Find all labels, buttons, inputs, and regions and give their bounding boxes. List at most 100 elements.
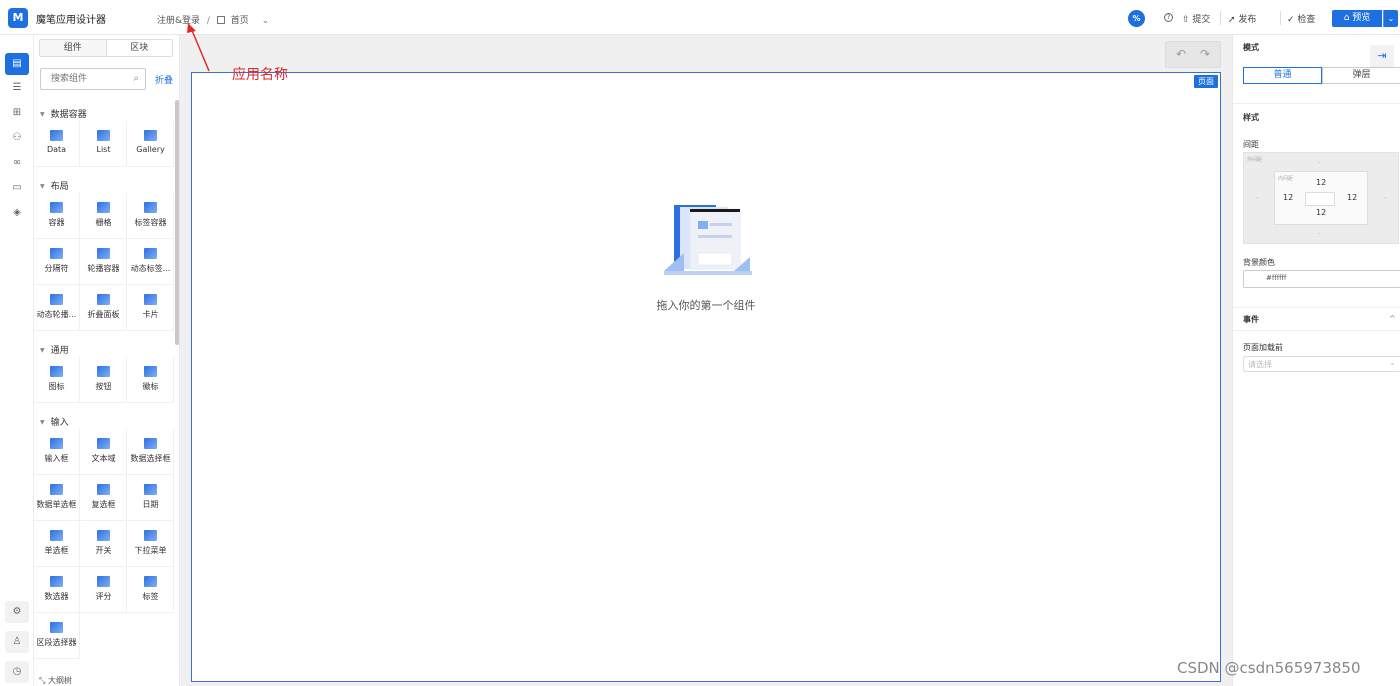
- component-item[interactable]: 数据选择框: [128, 429, 174, 475]
- history-icon[interactable]: ◷: [5, 661, 29, 683]
- component-item[interactable]: 下拉菜单: [128, 521, 174, 567]
- component-icon: [144, 294, 157, 305]
- category-header[interactable]: ▼ 通用: [40, 343, 69, 356]
- chevron-down-icon[interactable]: ⌄: [262, 16, 270, 26]
- component-item[interactable]: 标签容器: [128, 193, 174, 239]
- component-icon: [97, 576, 110, 587]
- category-header[interactable]: ▼ 布局: [40, 179, 69, 192]
- component-label: 动态轮播...: [36, 310, 77, 319]
- mode-normal[interactable]: 普通: [1243, 67, 1322, 84]
- mode-popup[interactable]: 弹层: [1322, 67, 1400, 84]
- component-item[interactable]: 徽标: [128, 357, 174, 403]
- app-logo[interactable]: M: [8, 8, 28, 28]
- divider: [1233, 307, 1400, 308]
- publish-button[interactable]: ➚ 发布: [1228, 12, 1256, 25]
- panel-scrollbar[interactable]: [175, 100, 179, 345]
- component-item[interactable]: 标签: [128, 567, 174, 613]
- preview-button[interactable]: ⌂ 预览: [1332, 10, 1382, 27]
- gear-icon[interactable]: ⚙: [5, 601, 29, 623]
- mode-tabs: 普通 弹层: [1243, 67, 1400, 84]
- padding-right-value[interactable]: 12: [1347, 193, 1357, 202]
- component-item[interactable]: 折叠面板: [81, 285, 127, 331]
- background-color-label: 背景颜色: [1243, 258, 1275, 267]
- submit-label: 提交: [1192, 15, 1211, 25]
- component-item[interactable]: 数选器: [34, 567, 80, 613]
- component-item[interactable]: 区段选择器: [34, 613, 80, 659]
- component-item[interactable]: 动态轮播...: [34, 285, 80, 331]
- chevron-up-icon[interactable]: ^: [1389, 314, 1396, 323]
- cube-icon[interactable]: ◈: [5, 202, 29, 224]
- help-button[interactable]: ?: [1164, 12, 1173, 22]
- component-label: 卡片: [142, 310, 159, 319]
- redo-icon[interactable]: ↷: [1200, 47, 1210, 61]
- outer-spacing-label: 外间距: [1247, 157, 1263, 163]
- page-tree-icon[interactable]: ⊞: [5, 102, 29, 124]
- left-icon-rail: ▤ ☰ ⊞ ⚇ ∞ ▭ ◈ ⚙ ♙ ◷: [0, 35, 34, 686]
- padding-left-value[interactable]: 12: [1283, 193, 1293, 202]
- component-item[interactable]: 分隔符: [34, 239, 80, 285]
- before-load-select[interactable]: 请选择 ⌄: [1243, 356, 1400, 372]
- component-item[interactable]: 单选框: [34, 521, 80, 567]
- breadcrumb-page[interactable]: 首页: [231, 16, 249, 26]
- component-item[interactable]: 评分: [81, 567, 127, 613]
- category-header[interactable]: ▼ 输入: [40, 415, 69, 428]
- window-icon[interactable]: ▭: [5, 177, 29, 199]
- component-item[interactable]: 日期: [128, 475, 174, 521]
- components-icon[interactable]: ▤: [5, 53, 29, 75]
- search-icon[interactable]: ⌕: [133, 73, 139, 84]
- arrow-right-bar-icon: ⇥: [1377, 49, 1387, 62]
- component-item[interactable]: 卡片: [128, 285, 174, 331]
- inner-spacing-label: 内间距: [1278, 176, 1294, 182]
- component-item[interactable]: Data: [34, 121, 80, 167]
- component-icon: [97, 294, 110, 305]
- component-item[interactable]: 栅格: [81, 193, 127, 239]
- component-item[interactable]: List: [81, 121, 127, 167]
- component-icon: [50, 622, 63, 633]
- link-icon[interactable]: ∞: [5, 152, 29, 174]
- component-label: 文本域: [91, 454, 116, 463]
- select-placeholder: 请选择: [1248, 360, 1272, 369]
- component-item[interactable]: 复选框: [81, 475, 127, 521]
- check-button[interactable]: ✓ 检查: [1287, 12, 1315, 25]
- component-item[interactable]: 容器: [34, 193, 80, 239]
- tab-components[interactable]: 组件: [40, 40, 106, 56]
- padding-top-value[interactable]: 12: [1316, 178, 1326, 187]
- component-item[interactable]: 文本域: [81, 429, 127, 475]
- component-item[interactable]: 输入框: [34, 429, 80, 475]
- tab-blocks[interactable]: 区块: [105, 40, 173, 56]
- preview-label: 预览: [1352, 13, 1371, 23]
- page-frame[interactable]: 页面 拖入你的第一个组件: [191, 72, 1221, 682]
- component-item[interactable]: 开关: [81, 521, 127, 567]
- panel-expand-button[interactable]: ⇥: [1370, 45, 1394, 67]
- percent-button[interactable]: %: [1128, 10, 1145, 27]
- collapse-button[interactable]: 折叠: [155, 73, 173, 86]
- component-item[interactable]: 按钮: [81, 357, 127, 403]
- component-icon: [144, 130, 157, 141]
- user-icon[interactable]: ♙: [5, 631, 29, 653]
- search-input[interactable]: [51, 69, 131, 89]
- component-item[interactable]: 图标: [34, 357, 80, 403]
- component-item[interactable]: 数据单选框: [34, 475, 80, 521]
- outline-tree-toggle[interactable]: ⤡ 大纲树: [39, 675, 72, 686]
- component-icon: [50, 294, 63, 305]
- background-color-input[interactable]: #ffffff: [1243, 270, 1400, 288]
- component-icon: [50, 438, 63, 449]
- submit-button[interactable]: ⇧ 提交: [1182, 12, 1210, 25]
- check-label: 检查: [1297, 15, 1316, 25]
- component-label: 分隔符: [44, 264, 69, 273]
- component-item[interactable]: 动态标签...: [128, 239, 174, 285]
- preview-dropdown-button[interactable]: ⌄: [1383, 10, 1398, 27]
- page-icon: [216, 16, 225, 24]
- category-header[interactable]: ▼ 数据容器: [40, 107, 87, 120]
- undo-icon[interactable]: ↶: [1176, 47, 1186, 61]
- before-load-label: 页面加载前: [1243, 343, 1283, 352]
- component-icon: [97, 530, 110, 541]
- component-label: 数据选择框: [130, 454, 171, 463]
- hierarchy-icon[interactable]: ⚇: [5, 127, 29, 149]
- component-icon: [144, 202, 157, 213]
- publish-label: 发布: [1238, 15, 1257, 25]
- component-item[interactable]: Gallery: [128, 121, 174, 167]
- database-icon[interactable]: ☰: [5, 77, 29, 99]
- padding-bottom-value[interactable]: 12: [1316, 208, 1326, 217]
- component-item[interactable]: 轮播容器: [81, 239, 127, 285]
